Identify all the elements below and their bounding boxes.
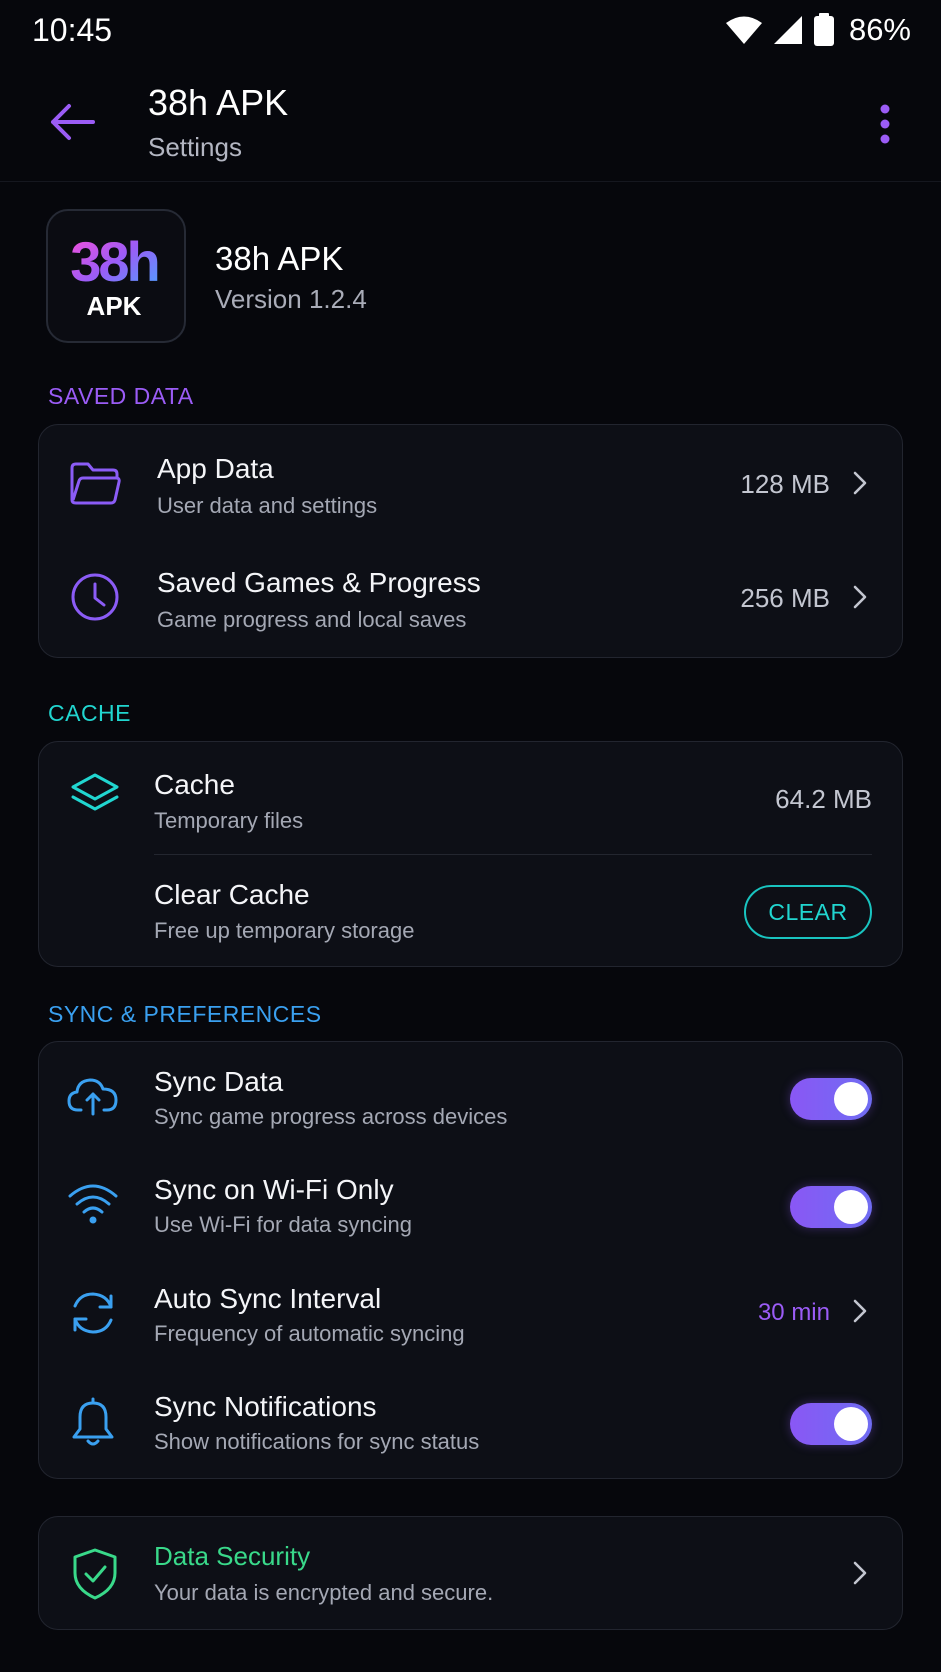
sync-card: Sync Data Sync game progress across devi… [38,1041,903,1479]
row-auto-sync-interval[interactable]: Auto Sync Interval Frequency of automati… [39,1259,902,1367]
sync-wifi-only-toggle[interactable] [790,1186,872,1228]
status-bar: 10:45 86% [0,0,941,64]
app-data-size: 128 MB [740,469,830,499]
battery-percentage: 86% [848,12,911,47]
more-options-button[interactable] [865,98,905,150]
app-name: 38h APK [215,240,344,277]
row-subtitle: Frequency of automatic syncing [154,1321,465,1346]
row-subtitle: Use Wi-Fi for data syncing [154,1212,412,1237]
clock-icon [67,569,123,625]
row-title: Sync on Wi-Fi Only [154,1174,394,1205]
back-button[interactable] [44,94,100,150]
row-title: App Data [157,453,274,484]
row-title: Saved Games & Progress [157,567,481,598]
toggle-knob [834,1407,868,1441]
row-title: Auto Sync Interval [154,1283,382,1314]
status-icons: 86% [725,12,911,48]
sync-notifications-toggle[interactable] [790,1403,872,1445]
row-title: Sync Data [154,1066,284,1097]
row-subtitle: User data and settings [157,493,378,518]
row-title: Clear Cache [154,879,310,910]
section-label-cache: CACHE [48,700,132,726]
logo-text-top: 38h [70,230,158,293]
chevron-right-icon [846,583,874,611]
row-subtitle: Temporary files [154,808,304,833]
toggle-knob [834,1190,868,1224]
row-subtitle: Show notifications for sync status [154,1429,480,1454]
row-subtitle: Sync game progress across devices [154,1104,508,1129]
chevron-right-icon [846,1559,874,1587]
row-saved-games[interactable]: Saved Games & Progress Game progress and… [39,540,902,655]
saved-data-card: App Data User data and settings 128 MB S… [38,424,903,658]
toggle-knob [834,1082,868,1116]
data-security-title: Data Security [154,1541,311,1571]
sync-data-toggle[interactable] [790,1078,872,1120]
wifi-icon [65,1175,121,1231]
cloud-sync-icon [65,1068,121,1124]
app-logo: 38h APK [46,209,186,343]
data-security-card[interactable]: Data Security Your data is encrypted and… [38,1516,903,1630]
section-label-saved-data: SAVED DATA [48,383,194,409]
row-app-data[interactable]: App Data User data and settings 128 MB [39,425,902,540]
clear-cache-button[interactable]: CLEAR [744,885,872,939]
app-header: 38h APK Settings [0,70,941,182]
row-cache: Cache Temporary files 64.2 MB [39,742,902,854]
row-title: Sync Notifications [154,1391,377,1422]
cellular-signal-icon [773,16,802,44]
cache-size: 64.2 MB [775,784,872,814]
page-subtitle: Settings [148,132,242,162]
sync-interval-value: 30 min [757,1299,830,1326]
row-sync-wifi-only: Sync on Wi-Fi Only Use Wi-Fi for data sy… [39,1151,902,1259]
bell-icon [65,1394,121,1450]
back-arrow-icon [51,104,95,140]
cache-card: Cache Temporary files 64.2 MB Clear Cach… [38,741,903,967]
status-time: 10:45 [32,12,113,48]
refresh-icon [65,1285,121,1341]
row-title: Cache [154,769,235,800]
chevron-right-icon [846,469,874,497]
row-sync-notifications: Sync Notifications Show notifications fo… [39,1367,902,1477]
saved-games-size: 256 MB [740,583,830,613]
data-security-subtitle: Your data is encrypted and secure. [154,1580,494,1605]
row-subtitle: Game progress and local saves [157,607,467,632]
battery-icon [813,13,834,46]
folder-icon [67,455,123,511]
page-title: 38h APK [148,82,289,123]
app-version: Version 1.2.4 [215,284,367,314]
wifi-status-icon [725,16,762,44]
row-sync-data: Sync Data Sync game progress across devi… [39,1042,902,1151]
chevron-right-icon [846,1297,874,1325]
shield-check-icon [67,1546,123,1602]
logo-text-bottom: APK [87,291,142,321]
section-label-sync: SYNC & PREFERENCES [48,1001,322,1027]
row-clear-cache: Clear Cache Free up temporary storage CL… [39,855,902,967]
layers-icon [67,768,123,824]
row-subtitle: Free up temporary storage [154,918,415,943]
more-vert-icon [880,104,890,144]
